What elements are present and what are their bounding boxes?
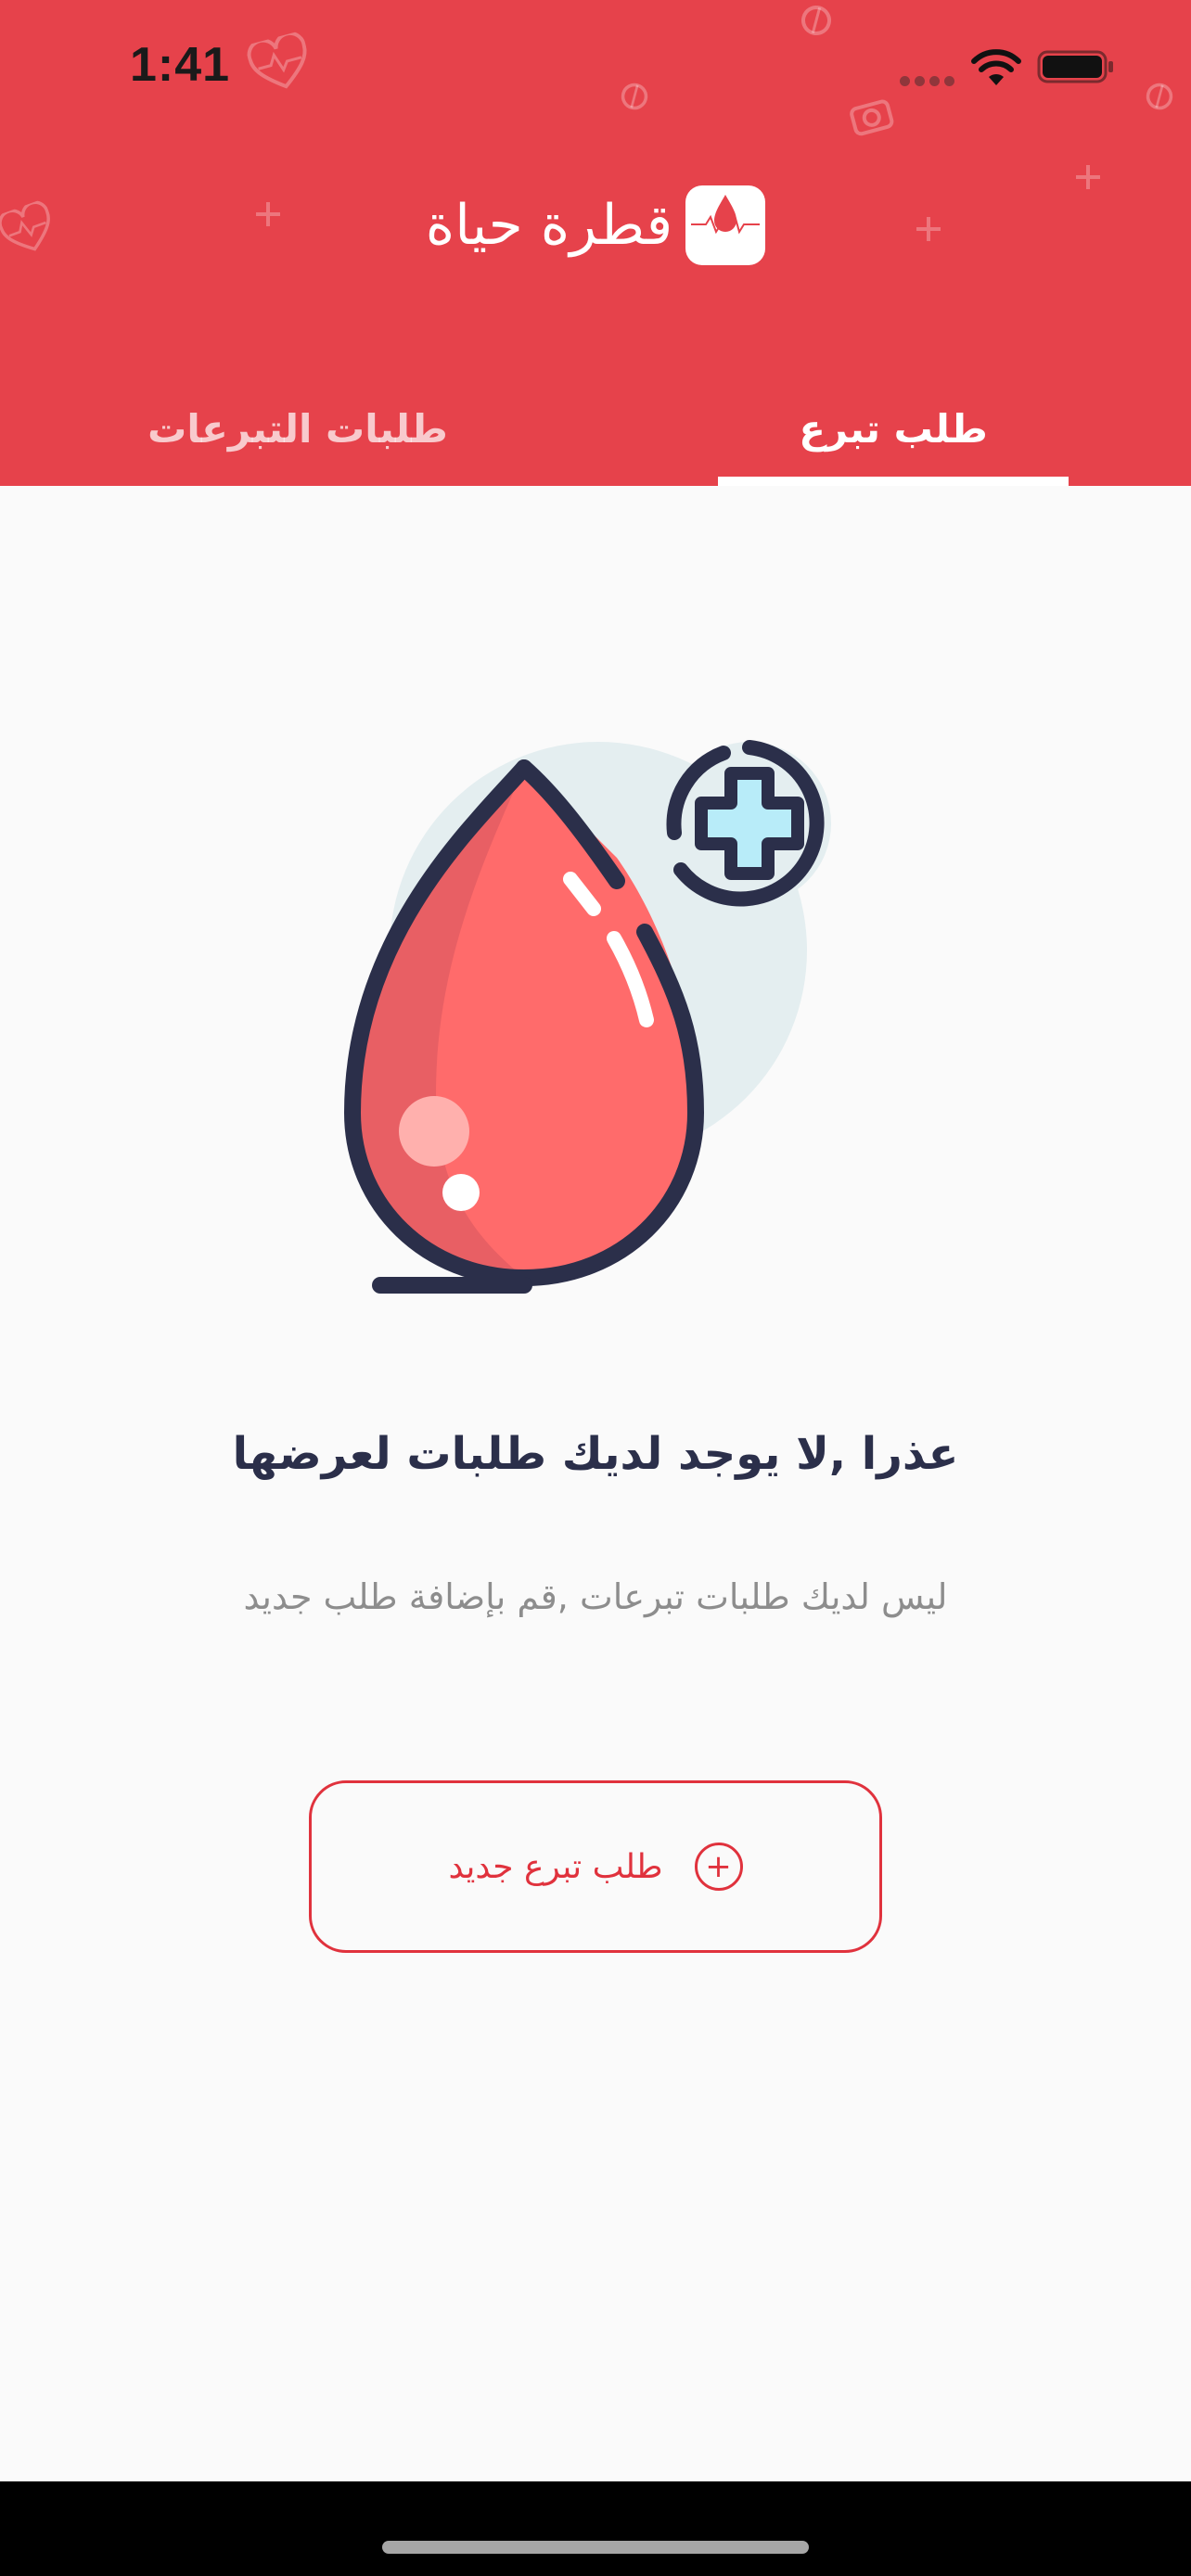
empty-state-subtitle: ليس لديك طلبات تبرعات ,قم بإضافة طلب جدي… xyxy=(243,1576,948,1617)
app-logo xyxy=(685,185,766,265)
pill-pattern-icon xyxy=(614,76,655,117)
wifi-icon xyxy=(970,48,1022,93)
brand: قطرة حياة xyxy=(0,185,1191,265)
pill-pattern-icon xyxy=(793,0,839,44)
bottom-bar xyxy=(0,2481,1191,2576)
tab-donation-requests[interactable]: طلبات التبرعات xyxy=(0,371,596,486)
empty-state-title: عذرا ,لا يوجد لديك طلبات لعرضها xyxy=(232,1428,959,1480)
heart-pattern-icon xyxy=(245,31,316,98)
new-request-label: طلب تبرع جديد xyxy=(448,1847,663,1886)
tab-label: طلب تبرع xyxy=(799,405,988,452)
tab-label: طلبات التبرعات xyxy=(147,405,448,452)
screen: 1:41 قطرة حياة طلب تبرع طلبات التبرعات ع… xyxy=(0,0,1191,2576)
camera-pattern-icon xyxy=(846,92,897,139)
app-name: قطرة حياة xyxy=(425,193,673,258)
new-donation-request-button[interactable]: طلب تبرع جديد + xyxy=(309,1780,882,1953)
blood-drop-illustration xyxy=(334,723,853,1298)
plus-circle-icon: + xyxy=(694,1843,743,1891)
app-header: 1:41 قطرة حياة طلب تبرع طلبات التبرعات xyxy=(0,0,1191,486)
tab-selection-indicator xyxy=(718,477,1069,486)
cellular-signal-icon xyxy=(900,72,959,90)
tab-bar: طلب تبرع طلبات التبرعات xyxy=(0,371,1191,486)
pill-pattern-icon xyxy=(1139,76,1180,117)
tab-donation-request[interactable]: طلب تبرع xyxy=(596,371,1191,486)
status-time: 1:41 xyxy=(130,38,231,92)
battery-icon xyxy=(1037,46,1115,91)
home-indicator[interactable] xyxy=(382,2541,809,2554)
